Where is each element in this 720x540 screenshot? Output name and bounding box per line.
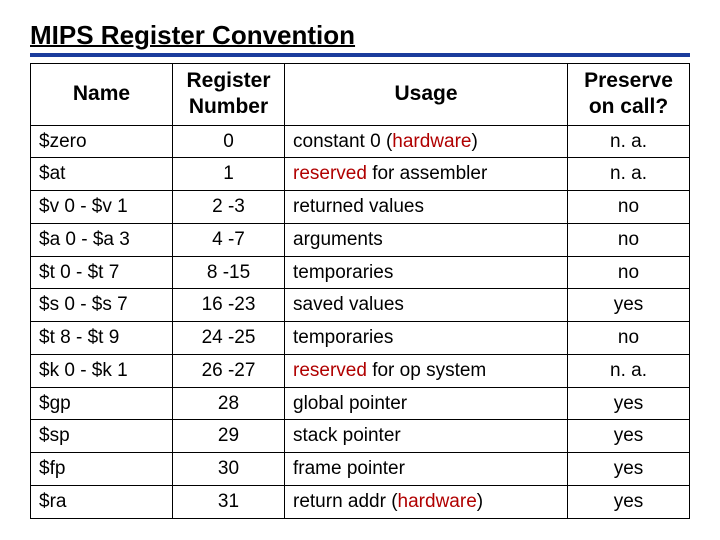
cell-number: 8 -15 xyxy=(173,256,285,289)
cell-number: 29 xyxy=(173,420,285,453)
table-row: $v 0 - $v 1 2 -3 returned values no xyxy=(31,191,690,224)
cell-preserve: no xyxy=(568,256,690,289)
cell-preserve: n. a. xyxy=(568,354,690,387)
cell-preserve: no xyxy=(568,322,690,355)
cell-name: $gp xyxy=(31,387,173,420)
register-table: Name Register Number Usage Preserve on c… xyxy=(30,63,690,519)
cell-usage: return addr (hardware) xyxy=(285,485,568,518)
table-row: $fp 30 frame pointer yes xyxy=(31,453,690,486)
title-rule xyxy=(30,53,690,57)
cell-number: 0 xyxy=(173,125,285,158)
cell-name: $s 0 - $s 7 xyxy=(31,289,173,322)
cell-usage: stack pointer xyxy=(285,420,568,453)
cell-number: 4 -7 xyxy=(173,223,285,256)
cell-name: $v 0 - $v 1 xyxy=(31,191,173,224)
cell-preserve: no xyxy=(568,223,690,256)
cell-usage: frame pointer xyxy=(285,453,568,486)
cell-usage: returned values xyxy=(285,191,568,224)
col-preserve: Preserve on call? xyxy=(568,64,690,126)
cell-name: $a 0 - $a 3 xyxy=(31,223,173,256)
cell-preserve: n. a. xyxy=(568,125,690,158)
cell-preserve: yes xyxy=(568,387,690,420)
table-row: $a 0 - $a 3 4 -7 arguments no xyxy=(31,223,690,256)
col-name: Name xyxy=(31,64,173,126)
table-row: $s 0 - $s 7 16 -23 saved values yes xyxy=(31,289,690,322)
cell-number: 16 -23 xyxy=(173,289,285,322)
table-row: $at 1 reserved for assembler n. a. xyxy=(31,158,690,191)
cell-number: 28 xyxy=(173,387,285,420)
cell-name: $t 8 - $t 9 xyxy=(31,322,173,355)
cell-usage: reserved for assembler xyxy=(285,158,568,191)
cell-name: $ra xyxy=(31,485,173,518)
cell-preserve: yes xyxy=(568,420,690,453)
cell-name: $sp xyxy=(31,420,173,453)
cell-preserve: yes xyxy=(568,485,690,518)
table-row: $sp 29 stack pointer yes xyxy=(31,420,690,453)
cell-name: $zero xyxy=(31,125,173,158)
cell-number: 24 -25 xyxy=(173,322,285,355)
cell-usage: reserved for op system xyxy=(285,354,568,387)
cell-number: 30 xyxy=(173,453,285,486)
cell-preserve: no xyxy=(568,191,690,224)
table-row: $t 8 - $t 9 24 -25 temporaries no xyxy=(31,322,690,355)
slide-title: MIPS Register Convention xyxy=(30,20,690,53)
cell-number: 1 xyxy=(173,158,285,191)
cell-name: $fp xyxy=(31,453,173,486)
table-row: $ra 31 return addr (hardware) yes xyxy=(31,485,690,518)
table-row: $t 0 - $t 7 8 -15 temporaries no xyxy=(31,256,690,289)
cell-usage: arguments xyxy=(285,223,568,256)
cell-name: $t 0 - $t 7 xyxy=(31,256,173,289)
table-row: $gp 28 global pointer yes xyxy=(31,387,690,420)
cell-usage: temporaries xyxy=(285,322,568,355)
cell-name: $k 0 - $k 1 xyxy=(31,354,173,387)
col-number: Register Number xyxy=(173,64,285,126)
table-header-row: Name Register Number Usage Preserve on c… xyxy=(31,64,690,126)
table-row: $k 0 - $k 1 26 -27 reserved for op syste… xyxy=(31,354,690,387)
table-row: $zero 0 constant 0 (hardware) n. a. xyxy=(31,125,690,158)
cell-name: $at xyxy=(31,158,173,191)
col-usage: Usage xyxy=(285,64,568,126)
cell-usage: global pointer xyxy=(285,387,568,420)
cell-number: 26 -27 xyxy=(173,354,285,387)
cell-number: 31 xyxy=(173,485,285,518)
cell-usage: saved values xyxy=(285,289,568,322)
cell-preserve: yes xyxy=(568,289,690,322)
cell-number: 2 -3 xyxy=(173,191,285,224)
cell-preserve: yes xyxy=(568,453,690,486)
cell-usage: temporaries xyxy=(285,256,568,289)
cell-preserve: n. a. xyxy=(568,158,690,191)
cell-usage: constant 0 (hardware) xyxy=(285,125,568,158)
